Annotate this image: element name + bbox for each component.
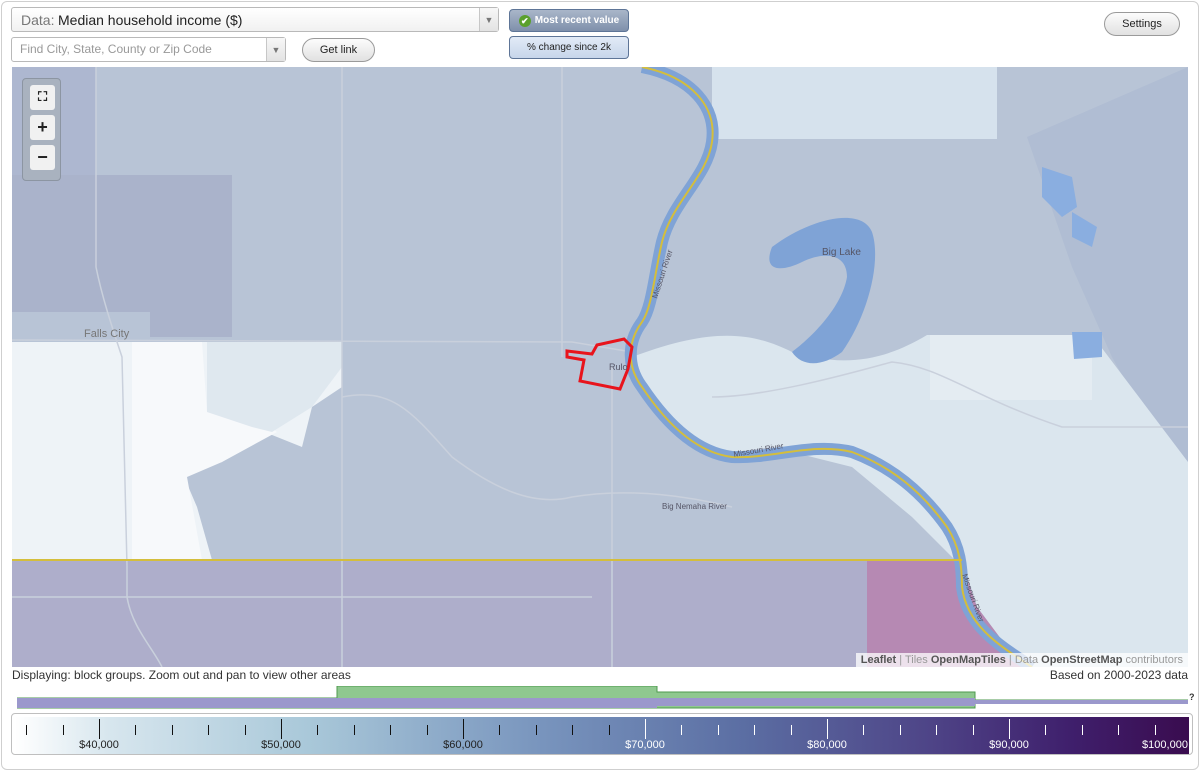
legend-tick — [717, 725, 719, 735]
legend-tick — [1118, 725, 1120, 735]
get-link-button[interactable]: Get link — [302, 38, 375, 62]
distribution-bars — [17, 686, 1188, 709]
search-dropdown-icon[interactable]: ▼ — [266, 38, 285, 61]
search-input[interactable] — [20, 42, 260, 56]
legend-tick — [681, 725, 683, 735]
legend-tick — [281, 719, 282, 739]
legend-tick — [936, 725, 938, 735]
legend-tick — [572, 725, 574, 735]
help-icon[interactable]: ? — [1189, 692, 1195, 702]
displaying-text: Displaying: block groups. Zoom out and p… — [12, 668, 351, 682]
region-east-block — [930, 335, 1092, 400]
legend-tick — [99, 719, 100, 739]
legend-tick — [790, 725, 792, 735]
legend-tick — [645, 719, 646, 739]
distribution-bar-4 — [975, 700, 1188, 704]
legend-tick — [899, 725, 901, 735]
legend-tick — [1045, 725, 1047, 735]
label-big-lake: Big Lake — [822, 247, 861, 258]
legend-tick — [135, 725, 137, 735]
based-on-text: Based on 2000-2023 data — [1049, 668, 1188, 682]
legend-tick — [26, 725, 28, 735]
legend-label-40k: $40,000 — [79, 739, 119, 751]
legend-tick — [171, 725, 173, 735]
legend-tick — [535, 725, 537, 735]
legend-label-80k: $80,000 — [807, 739, 847, 751]
legend-tick — [426, 725, 428, 735]
data-select[interactable]: Data: Median household income ($) ▼ — [11, 7, 499, 32]
map-view[interactable]: Falls City Big Lake Rulo Missouri River … — [12, 67, 1188, 667]
legend-tick — [1009, 719, 1010, 739]
osm-link[interactable]: OpenStreetMap — [1041, 654, 1122, 666]
legend-tick — [208, 725, 210, 735]
color-legend: $40,000 $50,000 $60,000 $70,000 $80,000 … — [11, 713, 1193, 755]
zoom-control: ⛶ + − — [22, 78, 61, 181]
legend-label-100k: $100,000 — [1142, 739, 1188, 751]
map-attribution: Leaflet | Tiles OpenMapTiles | Data Open… — [855, 653, 1188, 667]
legend-tick — [827, 719, 828, 739]
legend-tick — [1081, 725, 1083, 735]
legend-tick — [353, 725, 355, 735]
distribution-bar-3 — [657, 698, 975, 706]
legend-gradient: $40,000 $50,000 $60,000 $70,000 $80,000 … — [15, 717, 1189, 754]
leaflet-link[interactable]: Leaflet — [861, 654, 896, 666]
region-north-light — [712, 67, 997, 139]
legend-label-50k: $50,000 — [261, 739, 301, 751]
location-search[interactable]: ▼ — [11, 37, 286, 62]
most-recent-label: Most recent value — [534, 15, 620, 26]
checkmark-icon: ✔ — [518, 15, 531, 27]
distribution-bar-2 — [337, 698, 657, 708]
lake-e — [1072, 332, 1102, 359]
data-select-prefix: Data: — [21, 12, 55, 28]
fullscreen-icon[interactable]: ⛶ — [30, 85, 55, 110]
label-falls-city: Falls City — [84, 328, 130, 340]
dropdown-arrow-icon[interactable]: ▼ — [479, 8, 498, 31]
legend-tick — [317, 725, 319, 735]
legend-tick — [608, 725, 610, 735]
data-select-value: Median household income ($) — [58, 12, 243, 28]
distribution-bar-1 — [17, 698, 337, 708]
label-rulo: Rulo — [609, 362, 628, 372]
legend-tick — [463, 719, 464, 739]
legend-label-70k: $70,000 — [625, 739, 665, 751]
percent-change-toggle[interactable]: % change since 2k — [509, 36, 629, 59]
label-big-nemaha: Big Nemaha River — [662, 502, 727, 511]
zoom-out-button[interactable]: − — [30, 145, 55, 170]
legend-label-60k: $60,000 — [443, 739, 483, 751]
legend-tick — [1154, 725, 1156, 735]
settings-button[interactable]: Settings — [1104, 12, 1180, 36]
legend-tick — [390, 725, 392, 735]
openmaptiles-link[interactable]: OpenMapTiles — [931, 654, 1006, 666]
most-recent-toggle[interactable]: ✔ Most recent value — [509, 9, 629, 32]
zoom-in-button[interactable]: + — [30, 115, 55, 140]
legend-tick — [863, 725, 865, 735]
legend-tick — [754, 725, 756, 735]
map-canvas: Falls City Big Lake Rulo Missouri River … — [12, 67, 1188, 667]
legend-tick — [499, 725, 501, 735]
legend-tick — [972, 725, 974, 735]
legend-tick — [244, 725, 246, 735]
legend-label-90k: $90,000 — [989, 739, 1029, 751]
legend-tick — [62, 725, 64, 735]
